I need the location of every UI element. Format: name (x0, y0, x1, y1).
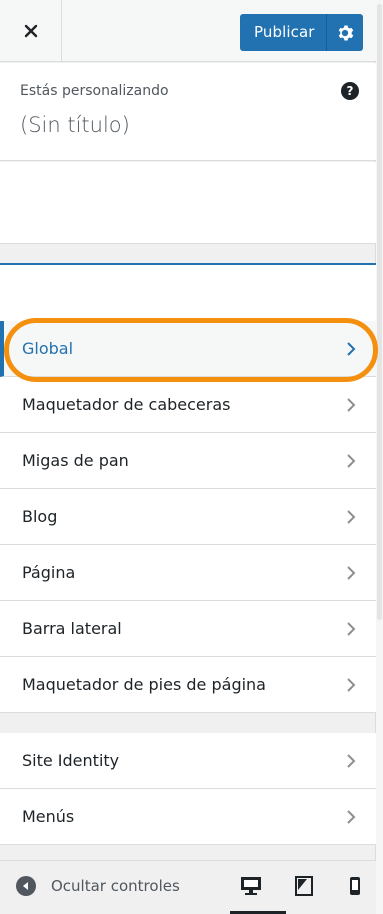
menu-secondary: Site Identity Menús (0, 733, 376, 845)
menu-item-label: Global (22, 339, 74, 358)
customizing-label: Estás personalizando (20, 83, 169, 99)
menu-item-header-builder[interactable]: Maquetador de cabeceras (0, 377, 376, 433)
chevron-right-icon (347, 565, 356, 580)
publish-settings-button[interactable] (326, 14, 363, 51)
publish-group: Publicar (240, 14, 363, 51)
menu-item-label: Migas de pan (22, 451, 129, 470)
mobile-preview-button[interactable] (342, 873, 368, 899)
publish-button[interactable]: Publicar (240, 14, 327, 51)
menu-item-global[interactable]: Global (0, 321, 376, 377)
chevron-right-icon (347, 453, 356, 468)
customizer-footer: Ocultar controles (0, 860, 376, 914)
mobile-icon (350, 877, 360, 895)
menu-item-label: Site Identity (22, 751, 120, 770)
blank-notice-area (0, 162, 376, 244)
menu-item-label: Página (22, 563, 76, 582)
scrollbar-thumb[interactable] (377, 4, 382, 620)
tablet-preview-button[interactable] (291, 873, 317, 899)
menu-primary: Global Maquetador de cabeceras Migas de … (0, 321, 376, 713)
desktop-preview-button[interactable] (230, 873, 286, 914)
menu-item-label: Maquetador de pies de página (22, 675, 266, 694)
menu-item-breadcrumbs[interactable]: Migas de pan (0, 433, 376, 489)
menu-item-label: Maquetador de cabeceras (22, 395, 231, 414)
gear-icon (338, 24, 353, 41)
menu-item-footer-builder[interactable]: Maquetador de pies de página (0, 657, 376, 713)
menu-item-blog[interactable]: Blog (0, 489, 376, 545)
collapse-arrow-icon (16, 876, 36, 896)
customizing-info: Estás personalizando (Sin título) ? (0, 63, 376, 161)
menu-item-label: Menús (22, 807, 75, 826)
collapse-label: Ocultar controles (51, 877, 180, 895)
menu-item-site-identity[interactable]: Site Identity (0, 733, 376, 789)
customizer-header: Publicar (0, 0, 376, 62)
chevron-right-icon (347, 397, 356, 412)
close-icon (24, 24, 37, 38)
menu-item-menus[interactable]: Menús (0, 789, 376, 845)
menu-item-label: Blog (22, 507, 58, 526)
menu-item-label: Barra lateral (22, 619, 122, 638)
chevron-right-icon (347, 341, 356, 356)
desktop-icon (241, 877, 261, 895)
scrollbar[interactable] (376, 0, 383, 914)
collapse-controls-button[interactable]: Ocultar controles (16, 876, 180, 896)
menu-item-page[interactable]: Página (0, 545, 376, 601)
chevron-right-icon (347, 621, 356, 636)
chevron-right-icon (347, 677, 356, 692)
chevron-right-icon (347, 809, 356, 824)
menu-item-sidebar[interactable]: Barra lateral (0, 601, 376, 657)
tablet-icon (295, 876, 313, 896)
site-title: (Sin título) (20, 113, 130, 137)
chevron-right-icon (347, 509, 356, 524)
help-icon[interactable]: ? (341, 82, 359, 100)
chevron-right-icon (347, 753, 356, 768)
section-spacer (0, 265, 376, 321)
close-button[interactable] (0, 0, 62, 62)
